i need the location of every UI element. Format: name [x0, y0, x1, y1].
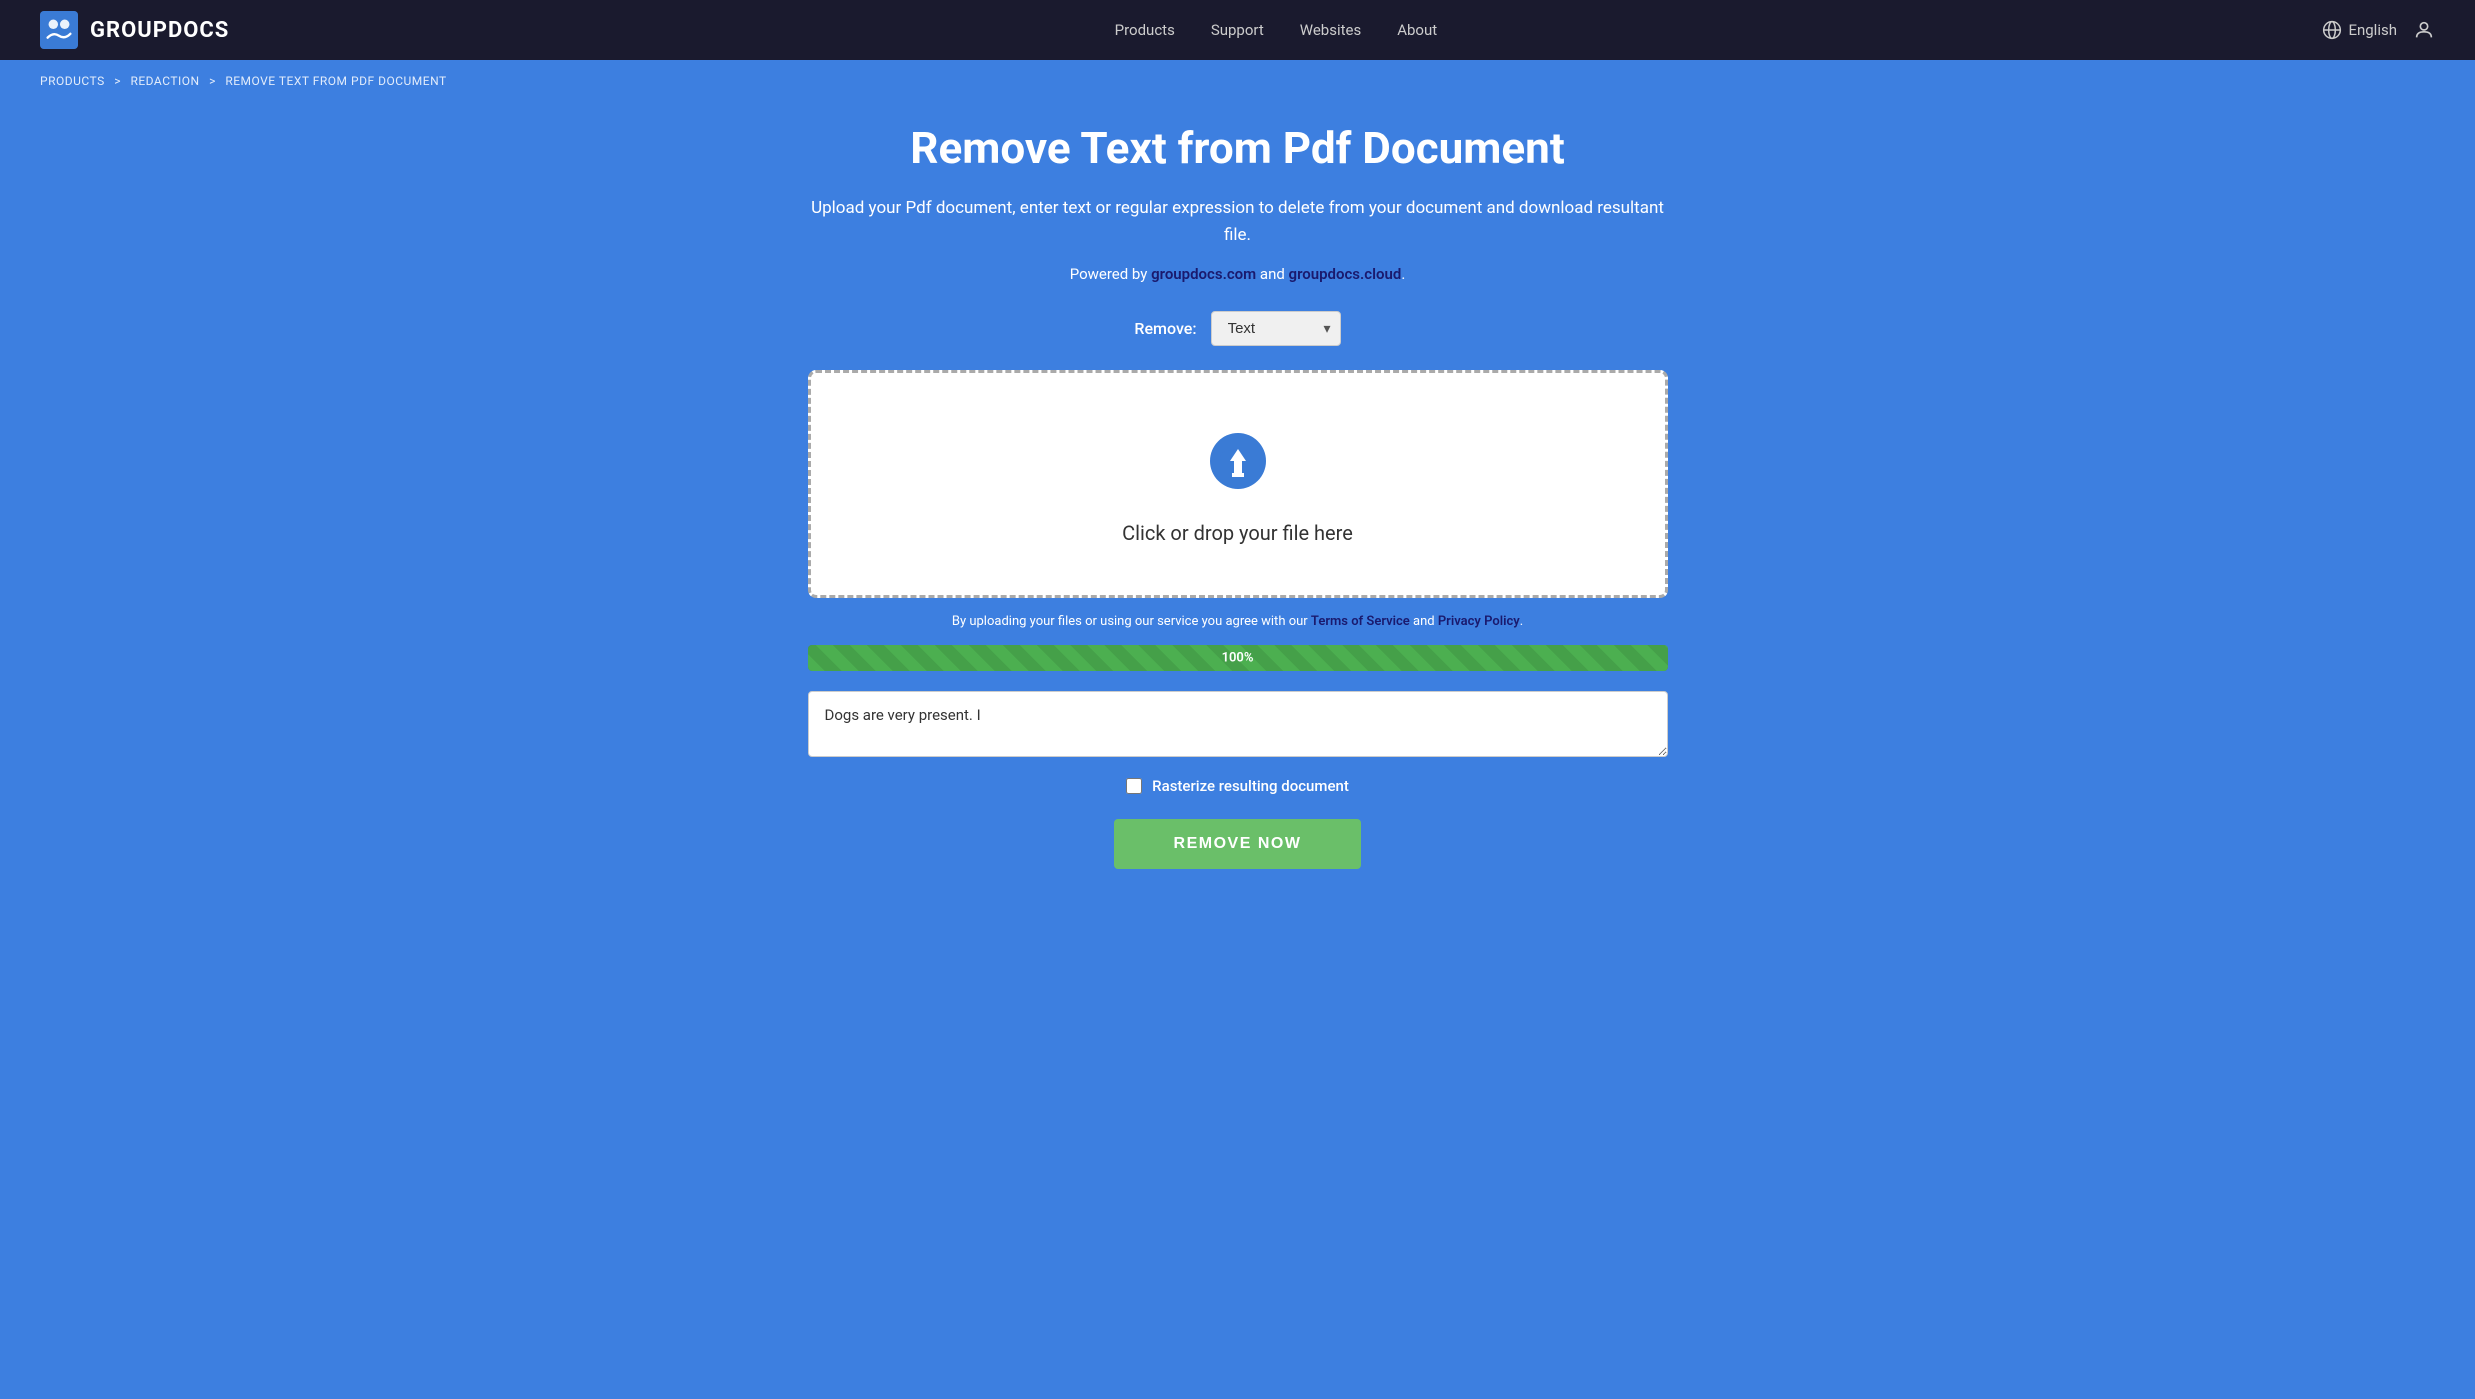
groupdocs-logo-icon — [40, 11, 78, 49]
terms-and: and — [1410, 614, 1438, 629]
remove-row: Remove: Text Regex — [808, 311, 1668, 346]
breadcrumb-redaction[interactable]: REDACTION — [130, 74, 199, 88]
terms-suffix: . — [1520, 614, 1523, 629]
drop-zone-text: Click or drop your file here — [1122, 521, 1353, 545]
navbar-links: Products Support Websites About — [1115, 21, 1438, 39]
powered-by-suffix: . — [1401, 265, 1405, 283]
page-title: Remove Text from Pdf Document — [808, 122, 1668, 175]
rasterize-checkbox[interactable] — [1126, 778, 1142, 794]
remove-now-button[interactable]: REMOVE NOW — [1114, 819, 1362, 869]
groupdocs-com-link[interactable]: groupdocs.com — [1151, 265, 1256, 283]
language-label: English — [2348, 21, 2397, 39]
breadcrumb-sep-2: > — [209, 74, 216, 88]
breadcrumb: PRODUCTS > REDACTION > REMOVE TEXT FROM … — [0, 60, 2475, 102]
progress-bar-outer: 100% — [808, 645, 1668, 671]
navbar-brand-area: GROUPDOCS — [40, 11, 229, 49]
nav-support[interactable]: Support — [1211, 21, 1264, 39]
language-selector[interactable]: English — [2322, 20, 2397, 40]
powered-by-and: and — [1256, 265, 1288, 283]
nav-about[interactable]: About — [1397, 21, 1437, 39]
checkbox-row: Rasterize resulting document — [808, 777, 1668, 795]
user-icon[interactable] — [2413, 19, 2435, 41]
groupdocs-cloud-link[interactable]: groupdocs.cloud — [1289, 265, 1402, 283]
remove-type-select[interactable]: Text Regex — [1211, 311, 1341, 346]
breadcrumb-products[interactable]: PRODUCTS — [40, 74, 105, 88]
powered-by-prefix: Powered by — [1070, 265, 1151, 283]
terms-prefix: By uploading your files or using our ser… — [952, 614, 1311, 629]
upload-cloud-icon — [1198, 423, 1278, 503]
progress-container: 100% — [808, 645, 1668, 671]
main-content: Remove Text from Pdf Document Upload you… — [788, 102, 1688, 929]
remove-label: Remove: — [1134, 319, 1196, 338]
progress-label: 100% — [1222, 651, 1254, 666]
terms-text: By uploading your files or using our ser… — [808, 614, 1668, 629]
nav-websites[interactable]: Websites — [1300, 21, 1361, 39]
remove-select-wrapper: Text Regex — [1211, 311, 1341, 346]
breadcrumb-sep-1: > — [114, 74, 121, 88]
rasterize-label[interactable]: Rasterize resulting document — [1152, 777, 1349, 795]
breadcrumb-current: REMOVE TEXT FROM PDF DOCUMENT — [225, 74, 446, 88]
brand-name: GROUPDOCS — [90, 18, 229, 43]
page-subtitle: Upload your Pdf document, enter text or … — [808, 195, 1668, 249]
terms-of-service-link[interactable]: Terms of Service — [1311, 614, 1410, 629]
privacy-policy-link[interactable]: Privacy Policy — [1438, 614, 1520, 629]
file-drop-zone[interactable]: Click or drop your file here — [808, 370, 1668, 598]
navbar-right-area: English — [2322, 19, 2435, 41]
navbar: GROUPDOCS Products Support Websites Abou… — [0, 0, 2475, 60]
text-to-remove-input[interactable] — [808, 691, 1668, 757]
powered-by-text: Powered by groupdocs.com and groupdocs.c… — [808, 265, 1668, 283]
globe-icon — [2322, 20, 2342, 40]
nav-products[interactable]: Products — [1115, 21, 1175, 39]
